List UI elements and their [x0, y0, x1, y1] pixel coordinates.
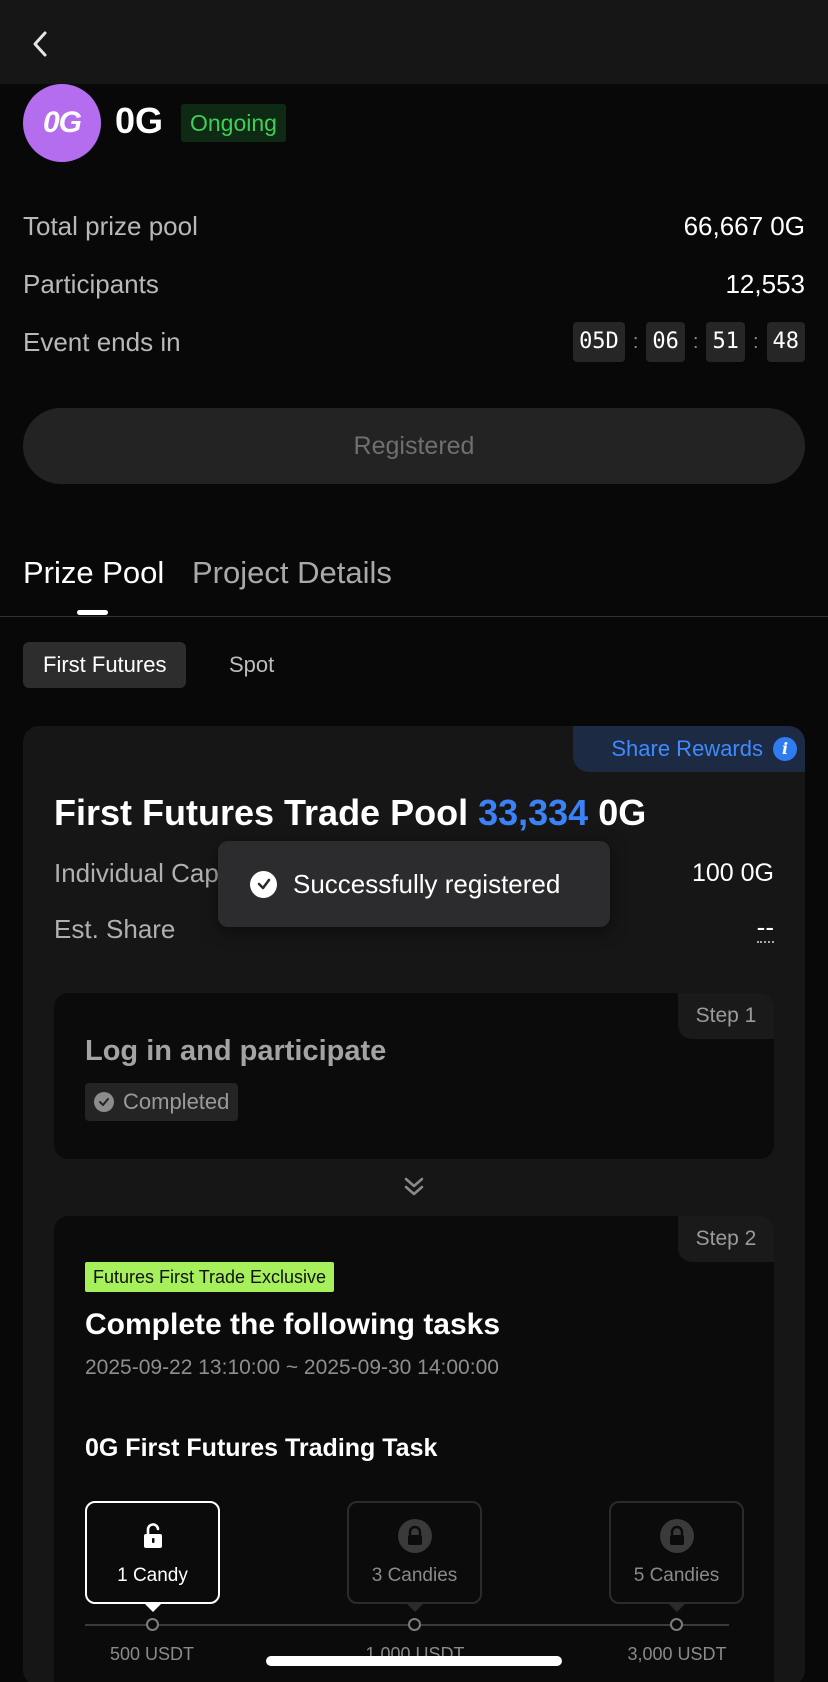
countdown: 05D : 06 : 51 : 48: [573, 322, 805, 362]
active-tab-indicator: [77, 610, 108, 615]
step-1-title: Log in and participate: [85, 1035, 387, 1067]
unlock-icon: [136, 1519, 170, 1553]
countdown-seconds: 48: [766, 322, 805, 362]
progress-node: [670, 1618, 683, 1631]
subtab-spot[interactable]: Spot: [209, 642, 294, 688]
est-share-value[interactable]: --: [756, 914, 774, 943]
prize-pool-label: Total prize pool: [23, 210, 198, 241]
pool-currency: 0G: [598, 792, 647, 833]
back-button[interactable]: [20, 24, 60, 64]
individual-cap-value: 100 0G: [691, 859, 774, 887]
step-2-label: Step 2: [678, 1216, 774, 1262]
participants-value: 12,553: [725, 268, 805, 299]
participants-label: Participants: [23, 268, 159, 299]
top-bar: [0, 0, 828, 84]
countdown-hours: 06: [646, 322, 685, 362]
share-rewards-button[interactable]: Share Rewards i: [573, 726, 805, 772]
prize-pool-value: 66,667 0G: [683, 210, 805, 241]
exclusive-tag: Futures First Trade Exclusive: [85, 1262, 335, 1292]
info-icon[interactable]: i: [773, 737, 797, 761]
double-chevron-down-icon: [404, 1177, 424, 1196]
pool-title-text: First Futures Trade Pool: [54, 792, 469, 833]
subtab-first-futures[interactable]: First Futures: [23, 642, 187, 688]
reward-tier-2[interactable]: 3 Candies: [347, 1501, 482, 1612]
prize-pool-row: Total prize pool 66,667 0G: [23, 206, 805, 246]
reward-tier-1-label: 1 Candy: [117, 1564, 188, 1586]
completed-badge: Completed: [85, 1083, 239, 1121]
status-badge: Ongoing: [181, 104, 286, 142]
countdown-days: 05D: [573, 322, 625, 362]
countdown-separator: :: [752, 330, 759, 353]
tier-pointer: [406, 1603, 424, 1612]
step-2-title: Complete the following tasks: [85, 1308, 501, 1341]
share-rewards-label: Share Rewards: [611, 736, 763, 761]
main-tabs: Prize Pool Project Details: [0, 555, 828, 617]
tier-threshold-label: 500 USDT: [109, 1644, 195, 1664]
event-ends-label: Event ends in: [23, 326, 181, 357]
step-1-card: Step 1 Log in and participate Completed: [54, 993, 774, 1159]
project-logo-text: 0G: [42, 106, 82, 139]
countdown-separator: :: [692, 330, 699, 353]
tab-prize-pool[interactable]: Prize Pool: [23, 555, 164, 591]
tier-threshold-label: 3,000 USDT: [627, 1644, 727, 1664]
tier-pointer: [668, 1603, 686, 1612]
check-circle-icon: [250, 870, 277, 898]
progress-track: [85, 1624, 729, 1626]
registered-button[interactable]: Registered: [23, 408, 805, 484]
pool-title: First Futures Trade Pool 33,334 0G: [54, 792, 646, 834]
success-toast: Successfully registered: [218, 841, 610, 927]
project-logo: 0G: [23, 84, 101, 162]
step-2-date-range: 2025-09-22 13:10:00 ~ 2025-09-30 14:00:0…: [85, 1356, 499, 1379]
home-indicator[interactable]: [266, 1656, 562, 1666]
reward-tier-2-label: 3 Candies: [371, 1564, 458, 1586]
active-tier-pointer: [144, 1603, 162, 1612]
chevron-left-icon: [33, 31, 47, 57]
tab-project-details[interactable]: Project Details: [192, 555, 392, 591]
step-2-card: Step 2 Futures First Trade Exclusive Com…: [54, 1216, 774, 1682]
completed-label: Completed: [123, 1089, 230, 1114]
reward-tier-1[interactable]: 1 Candy: [85, 1501, 220, 1612]
reward-tier-3[interactable]: 5 Candies: [609, 1501, 744, 1612]
est-share-label: Est. Share: [54, 914, 176, 944]
step-1-label: Step 1: [678, 993, 774, 1039]
participants-row: Participants 12,553: [23, 264, 805, 304]
toast-message: Successfully registered: [293, 868, 561, 899]
check-circle-icon: [94, 1092, 114, 1112]
event-ends-row: Event ends in 05D : 06 : 51 : 48: [23, 322, 805, 362]
task-title: 0G First Futures Trading Task: [85, 1434, 438, 1462]
reward-tier-3-label: 5 Candies: [633, 1564, 720, 1586]
lock-icon: [397, 1518, 432, 1553]
progress-node: [146, 1618, 159, 1631]
individual-cap-label: Individual Cap: [54, 858, 219, 888]
pool-amount: 33,334: [478, 792, 589, 833]
project-name: 0G: [115, 100, 164, 141]
countdown-minutes: 51: [706, 322, 745, 362]
progress-node: [408, 1618, 421, 1631]
lock-icon: [659, 1518, 694, 1553]
countdown-separator: :: [632, 330, 639, 353]
